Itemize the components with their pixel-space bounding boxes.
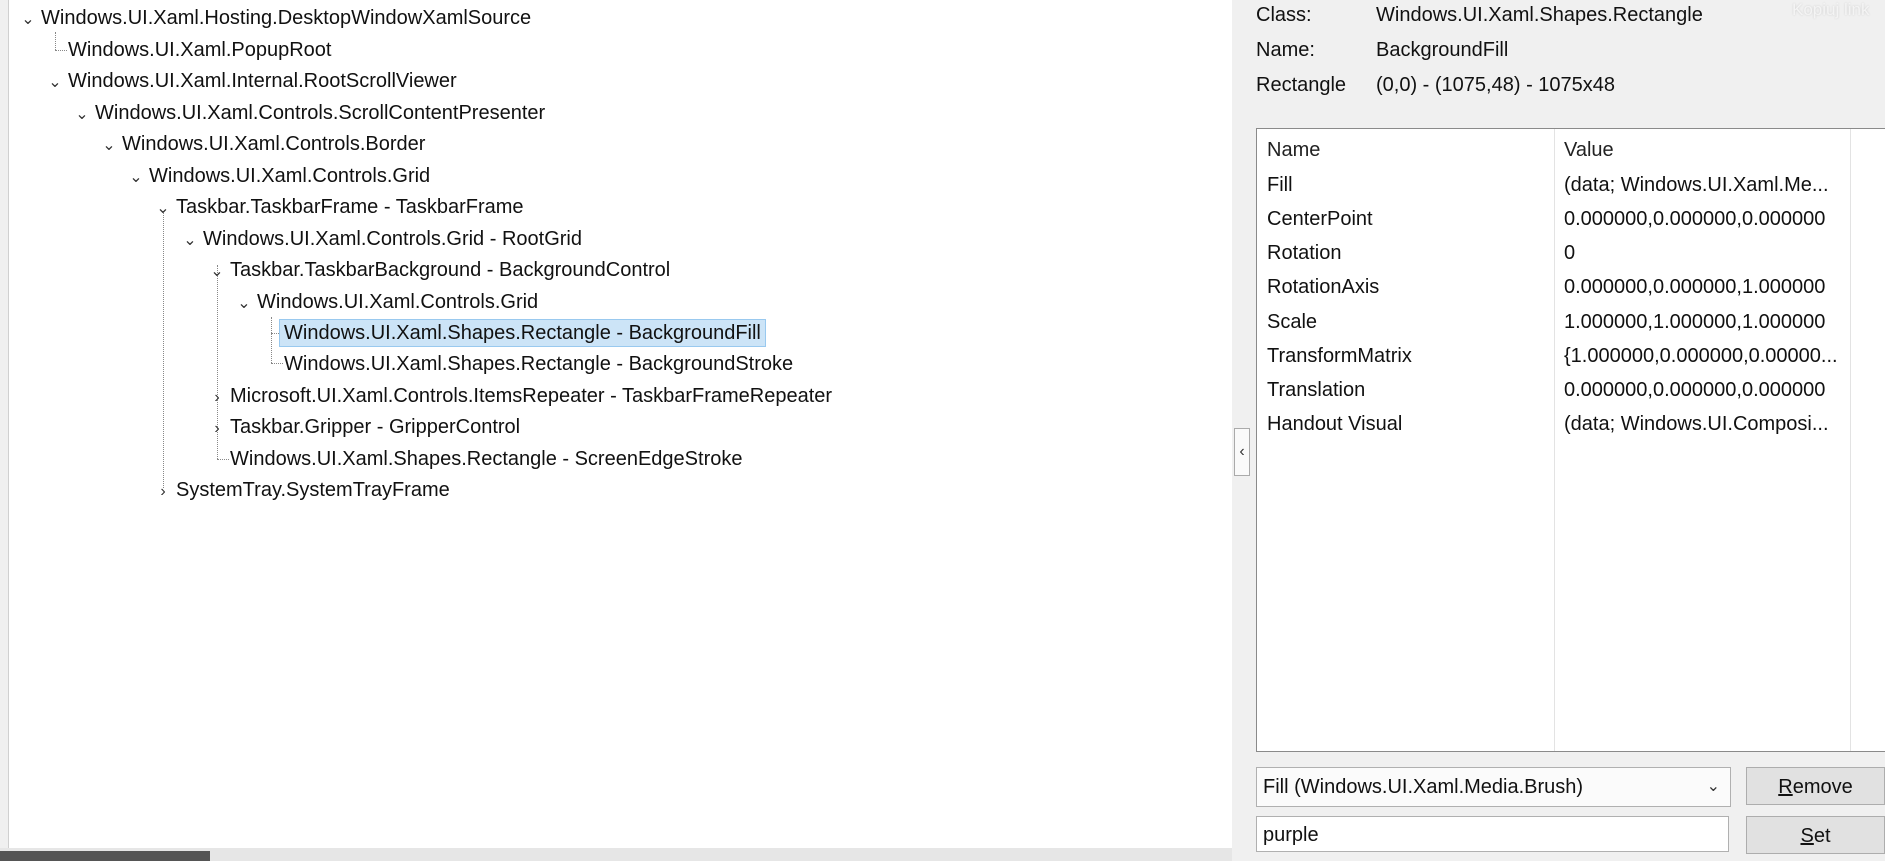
property-value: 0.000000,0.000000,0.000000 [1564, 208, 1826, 230]
property-name: RotationAxis [1267, 276, 1380, 298]
horizontal-scrollbar[interactable] [0, 848, 1232, 861]
tree-node-label: Windows.UI.Xaml.Shapes.Rectangle - Backg… [284, 353, 794, 375]
property-value: (data; Windows.UI.Composi... [1564, 413, 1829, 435]
tree-node-label: SystemTray.SystemTrayFrame [176, 479, 450, 501]
property-name: Handout Visual [1267, 413, 1403, 435]
tree-node[interactable]: Windows.UI.Xaml.Shapes.Rectangle - Backg… [262, 349, 797, 379]
property-row[interactable]: Scale 1.000000,1.000000,1.000000 [1257, 305, 1885, 339]
property-value: (data; Windows.UI.Xaml.Me... [1564, 174, 1829, 196]
class-value: Windows.UI.Xaml.Shapes.Rectangle [1376, 4, 1703, 26]
rectangle-value: (0,0) - (1075,48) - 1075x48 [1376, 74, 1616, 96]
rectangle-info: Rectangle (0,0) - (1075,48) - 1075x48 [1256, 70, 1856, 100]
property-name: Translation [1267, 379, 1366, 401]
set-button-label: et [1813, 825, 1831, 847]
set-button-accel: S [1800, 825, 1814, 847]
tree-node[interactable]: ⌄ Windows.UI.Xaml.Hosting.DesktopWindowXa… [19, 3, 535, 33]
chevron-right-icon[interactable]: › [208, 383, 226, 413]
chevron-down-icon[interactable]: ⌄ [154, 194, 172, 224]
tree-node[interactable]: ⌄ Windows.UI.Xaml.Controls.Grid - RootGri… [181, 224, 586, 254]
tree-node[interactable]: ⌄ Windows.UI.Xaml.Controls.ScrollContentP… [73, 98, 549, 128]
name-info: Name: BackgroundFill [1256, 35, 1856, 65]
chevron-down-icon[interactable]: ⌄ [208, 257, 226, 287]
tree-node-label: Windows.UI.Xaml.Internal.RootScrollViewe… [68, 70, 457, 92]
tree-node-label: Windows.UI.Xaml.Controls.Grid [149, 165, 431, 187]
property-name: TransformMatrix [1267, 345, 1412, 367]
property-name: Scale [1267, 311, 1318, 333]
chevron-down-icon[interactable]: ⌄ [181, 226, 199, 256]
remove-button[interactable]: Remove [1746, 767, 1885, 805]
tree-node[interactable]: ⌄ Windows.UI.Xaml.Internal.RootScrollView… [46, 66, 461, 96]
tree-node-label: Windows.UI.Xaml.Shapes.Rectangle - Scree… [230, 448, 743, 470]
tree-connector [163, 213, 164, 488]
chevron-right-icon[interactable]: › [208, 414, 226, 444]
remove-button-accel: R [1778, 776, 1793, 798]
tree-node[interactable]: Windows.UI.Xaml.PopupRoot [46, 35, 335, 65]
class-label: Class: [1256, 4, 1312, 26]
column-header-value[interactable]: Value [1564, 133, 1614, 167]
property-name: CenterPoint [1267, 208, 1373, 230]
property-row[interactable]: Translation 0.000000,0.000000,0.000000 [1257, 373, 1885, 407]
dropdown-selected-value: Fill (Windows.UI.Xaml.Media.Brush) [1263, 776, 1584, 798]
copy-link-overlay[interactable]: Kopiuj link [1792, 0, 1870, 20]
tree-node-label: Windows.UI.Xaml.Controls.ScrollContentPr… [95, 102, 546, 124]
properties-list[interactable]: Name Value Fill (data; Windows.UI.Xaml.M… [1256, 128, 1885, 752]
chevron-down-icon[interactable]: ⌄ [1707, 768, 1720, 806]
scrollbar-thumb[interactable] [0, 851, 210, 861]
tree-node[interactable]: ⌄ Windows.UI.Xaml.Controls.Border [100, 129, 429, 159]
tree-node-label: Microsoft.UI.Xaml.Controls.ItemsRepeater… [230, 385, 833, 407]
rectangle-label: Rectangle [1256, 74, 1347, 96]
property-row[interactable]: Rotation 0 [1257, 236, 1885, 270]
tree-node-selected[interactable]: Windows.UI.Xaml.Shapes.Rectangle - Backg… [262, 318, 766, 348]
property-row[interactable]: CenterPoint 0.000000,0.000000,0.000000 [1257, 202, 1885, 236]
property-value: 1.000000,1.000000,1.000000 [1564, 311, 1826, 333]
chevron-down-icon[interactable]: ⌄ [46, 68, 64, 98]
class-info: Class: Windows.UI.Xaml.Shapes.Rectangle [1256, 0, 1856, 30]
chevron-down-icon[interactable]: ⌄ [127, 163, 145, 193]
chevron-down-icon[interactable]: ⌄ [100, 131, 118, 161]
property-value: 0.000000,0.000000,0.000000 [1564, 379, 1826, 401]
chevron-right-icon[interactable]: › [154, 477, 172, 507]
tree-node[interactable]: › Taskbar.Gripper - GripperControl [208, 412, 524, 442]
property-row[interactable]: RotationAxis 0.000000,0.000000,1.000000 [1257, 270, 1885, 304]
tree-node-label: Taskbar.Gripper - GripperControl [230, 416, 521, 438]
property-type-dropdown[interactable]: Fill (Windows.UI.Xaml.Media.Brush) ⌄ [1256, 767, 1731, 807]
tree-node-label: Windows.UI.Xaml.Shapes.Rectangle - Backg… [279, 319, 766, 347]
property-value: 0 [1564, 242, 1576, 264]
tree-node[interactable]: ⌄ Windows.UI.Xaml.Controls.Grid [127, 161, 434, 191]
property-row[interactable]: Fill (data; Windows.UI.Xaml.Me... [1257, 168, 1885, 202]
property-name: Fill [1267, 174, 1293, 196]
tree-node[interactable]: ⌄ Windows.UI.Xaml.Controls.Grid [235, 287, 542, 317]
tree-node[interactable]: › SystemTray.SystemTrayFrame [154, 475, 454, 505]
remove-button-label: emove [1792, 776, 1853, 798]
property-value-input[interactable]: purple [1256, 816, 1729, 852]
tree-node-label: Windows.UI.Xaml.Controls.Grid [257, 291, 539, 313]
visual-tree-pane[interactable]: ⌄ Windows.UI.Xaml.Hosting.DesktopWindowXa… [8, 0, 1234, 848]
tree-node-label: Taskbar.TaskbarFrame - TaskbarFrame [176, 196, 524, 218]
chevron-down-icon[interactable]: ⌄ [19, 5, 37, 35]
property-value: {1.000000,0.000000,0.00000... [1564, 345, 1838, 367]
tree-node-label: Windows.UI.Xaml.Controls.Grid - RootGrid [203, 228, 582, 250]
set-button[interactable]: Set [1746, 816, 1885, 854]
tree-node-label: Windows.UI.Xaml.Controls.Border [122, 133, 426, 155]
tree-node-label: Windows.UI.Xaml.PopupRoot [68, 39, 332, 61]
chevron-down-icon[interactable]: ⌄ [235, 289, 253, 319]
tree-node-label: Taskbar.TaskbarBackground - BackgroundCo… [230, 259, 671, 281]
properties-header[interactable]: Name Value [1257, 133, 1885, 167]
property-row[interactable]: Handout Visual (data; Windows.UI.Composi… [1257, 407, 1885, 441]
chevron-left-icon[interactable]: ‹ [1234, 428, 1250, 476]
tree-node[interactable]: › Microsoft.UI.Xaml.Controls.ItemsRepeate… [208, 381, 836, 411]
column-header-name[interactable]: Name [1267, 133, 1320, 167]
tree-node-label: Windows.UI.Xaml.Hosting.DesktopWindowXam… [41, 7, 532, 29]
name-value: BackgroundFill [1376, 39, 1509, 61]
chevron-down-icon[interactable]: ⌄ [73, 100, 91, 130]
property-value: 0.000000,0.000000,1.000000 [1564, 276, 1826, 298]
pane-splitter[interactable]: ‹ [1232, 0, 1256, 861]
property-row[interactable]: TransformMatrix {1.000000,0.000000,0.000… [1257, 339, 1885, 373]
tree-node[interactable]: ⌄ Taskbar.TaskbarBackground - BackgroundC… [208, 255, 674, 285]
tree-node[interactable]: Windows.UI.Xaml.Shapes.Rectangle - Scree… [208, 444, 746, 474]
tree-node[interactable]: ⌄ Taskbar.TaskbarFrame - TaskbarFrame [154, 192, 528, 222]
name-label: Name: [1256, 39, 1315, 61]
property-name: Rotation [1267, 242, 1342, 264]
